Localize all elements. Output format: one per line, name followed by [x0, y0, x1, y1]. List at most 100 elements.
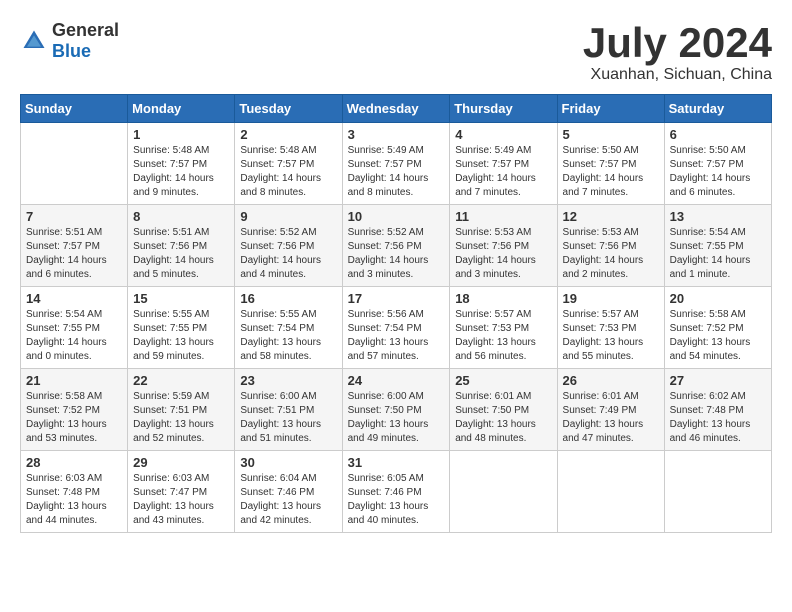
- day-number: 10: [348, 209, 445, 224]
- weekday-header: Tuesday: [235, 95, 342, 123]
- day-number: 27: [670, 373, 766, 388]
- calendar-cell: 16 Sunrise: 5:55 AM Sunset: 7:54 PM Dayli…: [235, 287, 342, 369]
- day-info: Sunrise: 5:56 AM Sunset: 7:54 PM Dayligh…: [348, 308, 445, 364]
- weekday-header: Monday: [128, 95, 235, 123]
- calendar-week-row: 14Sunrise: 5:54 AM Sunset: 7:55 PM Dayli…: [21, 287, 772, 369]
- day-info: Sunrise: 5:48 AM Sunset: 7:57 PM Dayligh…: [133, 144, 229, 200]
- calendar-cell: 31Sunrise: 6:05 AM Sunset: 7:46 PM Dayli…: [342, 451, 450, 533]
- calendar-week-row: 1 Sunrise: 5:48 AM Sunset: 7:57 PM Daylig…: [21, 123, 772, 205]
- day-number: 22: [133, 373, 229, 388]
- day-info: Sunrise: 5:58 AM Sunset: 7:52 PM Dayligh…: [670, 308, 766, 364]
- calendar-table: SundayMondayTuesdayWednesdayThursdayFrid…: [20, 94, 772, 533]
- day-number: 12: [563, 209, 659, 224]
- day-number: 1: [133, 127, 229, 142]
- day-number: 19: [563, 291, 659, 306]
- day-info: Sunrise: 5:55 AM Sunset: 7:55 PM Dayligh…: [133, 308, 229, 364]
- day-info: Sunrise: 5:52 AM Sunset: 7:56 PM Dayligh…: [348, 226, 445, 282]
- day-number: 25: [455, 373, 551, 388]
- calendar-cell: 12 Sunrise: 5:53 AM Sunset: 7:56 PM Dayli…: [557, 205, 664, 287]
- day-number: 14: [26, 291, 122, 306]
- page-header: General Blue July 2024 Xuanhan, Sichuan,…: [20, 20, 772, 84]
- day-info: Sunrise: 6:00 AM Sunset: 7:51 PM Dayligh…: [240, 390, 336, 446]
- day-info: Sunrise: 5:49 AM Sunset: 7:57 PM Dayligh…: [455, 144, 551, 200]
- day-info: Sunrise: 5:49 AM Sunset: 7:57 PM Dayligh…: [348, 144, 445, 200]
- calendar-cell: 5 Sunrise: 5:50 AM Sunset: 7:57 PM Daylig…: [557, 123, 664, 205]
- weekday-header: Sunday: [21, 95, 128, 123]
- day-number: 15: [133, 291, 229, 306]
- day-number: 16: [240, 291, 336, 306]
- logo-icon: [20, 27, 48, 55]
- day-number: 28: [26, 455, 122, 470]
- day-info: Sunrise: 5:50 AM Sunset: 7:57 PM Dayligh…: [563, 144, 659, 200]
- day-info: Sunrise: 5:55 AM Sunset: 7:54 PM Dayligh…: [240, 308, 336, 364]
- location-title: Xuanhan, Sichuan, China: [583, 66, 772, 84]
- title-block: July 2024 Xuanhan, Sichuan, China: [583, 20, 772, 84]
- calendar-cell: 1 Sunrise: 5:48 AM Sunset: 7:57 PM Daylig…: [128, 123, 235, 205]
- calendar-cell: [450, 451, 557, 533]
- weekday-header-row: SundayMondayTuesdayWednesdayThursdayFrid…: [21, 95, 772, 123]
- day-number: 5: [563, 127, 659, 142]
- day-number: 8: [133, 209, 229, 224]
- day-info: Sunrise: 5:50 AM Sunset: 7:57 PM Dayligh…: [670, 144, 766, 200]
- weekday-header: Wednesday: [342, 95, 450, 123]
- day-number: 24: [348, 373, 445, 388]
- day-info: Sunrise: 5:54 AM Sunset: 7:55 PM Dayligh…: [670, 226, 766, 282]
- calendar-cell: 4 Sunrise: 5:49 AM Sunset: 7:57 PM Daylig…: [450, 123, 557, 205]
- day-number: 30: [240, 455, 336, 470]
- calendar-cell: 14Sunrise: 5:54 AM Sunset: 7:55 PM Dayli…: [21, 287, 128, 369]
- day-info: Sunrise: 5:48 AM Sunset: 7:57 PM Dayligh…: [240, 144, 336, 200]
- logo: General Blue: [20, 20, 119, 62]
- day-info: Sunrise: 6:03 AM Sunset: 7:48 PM Dayligh…: [26, 472, 122, 528]
- day-info: Sunrise: 5:52 AM Sunset: 7:56 PM Dayligh…: [240, 226, 336, 282]
- calendar-cell: 27 Sunrise: 6:02 AM Sunset: 7:48 PM Dayli…: [664, 369, 771, 451]
- calendar-cell: 15 Sunrise: 5:55 AM Sunset: 7:55 PM Dayli…: [128, 287, 235, 369]
- calendar-cell: 23 Sunrise: 6:00 AM Sunset: 7:51 PM Dayli…: [235, 369, 342, 451]
- day-number: 23: [240, 373, 336, 388]
- logo-blue-text: Blue: [52, 41, 91, 61]
- day-info: Sunrise: 5:51 AM Sunset: 7:57 PM Dayligh…: [26, 226, 122, 282]
- calendar-cell: 17 Sunrise: 5:56 AM Sunset: 7:54 PM Dayli…: [342, 287, 450, 369]
- calendar-cell: 26 Sunrise: 6:01 AM Sunset: 7:49 PM Dayli…: [557, 369, 664, 451]
- day-number: 4: [455, 127, 551, 142]
- calendar-cell: 18 Sunrise: 5:57 AM Sunset: 7:53 PM Dayli…: [450, 287, 557, 369]
- calendar-cell: 8Sunrise: 5:51 AM Sunset: 7:56 PM Daylig…: [128, 205, 235, 287]
- calendar-cell: [664, 451, 771, 533]
- calendar-cell: 9Sunrise: 5:52 AM Sunset: 7:56 PM Daylig…: [235, 205, 342, 287]
- day-info: Sunrise: 6:00 AM Sunset: 7:50 PM Dayligh…: [348, 390, 445, 446]
- calendar-cell: 6 Sunrise: 5:50 AM Sunset: 7:57 PM Daylig…: [664, 123, 771, 205]
- logo-general-text: General: [52, 20, 119, 40]
- calendar-cell: 24 Sunrise: 6:00 AM Sunset: 7:50 PM Dayli…: [342, 369, 450, 451]
- calendar-cell: 22Sunrise: 5:59 AM Sunset: 7:51 PM Dayli…: [128, 369, 235, 451]
- day-info: Sunrise: 6:05 AM Sunset: 7:46 PM Dayligh…: [348, 472, 445, 528]
- weekday-header: Saturday: [664, 95, 771, 123]
- day-number: 2: [240, 127, 336, 142]
- day-info: Sunrise: 5:58 AM Sunset: 7:52 PM Dayligh…: [26, 390, 122, 446]
- weekday-header: Friday: [557, 95, 664, 123]
- month-title: July 2024: [583, 20, 772, 66]
- calendar-cell: 21Sunrise: 5:58 AM Sunset: 7:52 PM Dayli…: [21, 369, 128, 451]
- calendar-cell: 29Sunrise: 6:03 AM Sunset: 7:47 PM Dayli…: [128, 451, 235, 533]
- day-info: Sunrise: 5:57 AM Sunset: 7:53 PM Dayligh…: [563, 308, 659, 364]
- day-number: 13: [670, 209, 766, 224]
- day-info: Sunrise: 6:04 AM Sunset: 7:46 PM Dayligh…: [240, 472, 336, 528]
- calendar-cell: 3Sunrise: 5:49 AM Sunset: 7:57 PM Daylig…: [342, 123, 450, 205]
- calendar-cell: 25 Sunrise: 6:01 AM Sunset: 7:50 PM Dayli…: [450, 369, 557, 451]
- calendar-cell: 13 Sunrise: 5:54 AM Sunset: 7:55 PM Dayli…: [664, 205, 771, 287]
- day-info: Sunrise: 6:03 AM Sunset: 7:47 PM Dayligh…: [133, 472, 229, 528]
- calendar-week-row: 21Sunrise: 5:58 AM Sunset: 7:52 PM Dayli…: [21, 369, 772, 451]
- day-info: Sunrise: 6:01 AM Sunset: 7:50 PM Dayligh…: [455, 390, 551, 446]
- calendar-cell: 28 Sunrise: 6:03 AM Sunset: 7:48 PM Dayli…: [21, 451, 128, 533]
- day-info: Sunrise: 5:53 AM Sunset: 7:56 PM Dayligh…: [563, 226, 659, 282]
- calendar-cell: 11Sunrise: 5:53 AM Sunset: 7:56 PM Dayli…: [450, 205, 557, 287]
- day-number: 18: [455, 291, 551, 306]
- day-info: Sunrise: 6:01 AM Sunset: 7:49 PM Dayligh…: [563, 390, 659, 446]
- day-info: Sunrise: 5:57 AM Sunset: 7:53 PM Dayligh…: [455, 308, 551, 364]
- day-number: 17: [348, 291, 445, 306]
- day-number: 26: [563, 373, 659, 388]
- day-number: 7: [26, 209, 122, 224]
- day-info: Sunrise: 6:02 AM Sunset: 7:48 PM Dayligh…: [670, 390, 766, 446]
- day-number: 6: [670, 127, 766, 142]
- calendar-week-row: 28 Sunrise: 6:03 AM Sunset: 7:48 PM Dayli…: [21, 451, 772, 533]
- day-number: 20: [670, 291, 766, 306]
- calendar-week-row: 7 Sunrise: 5:51 AM Sunset: 7:57 PM Daylig…: [21, 205, 772, 287]
